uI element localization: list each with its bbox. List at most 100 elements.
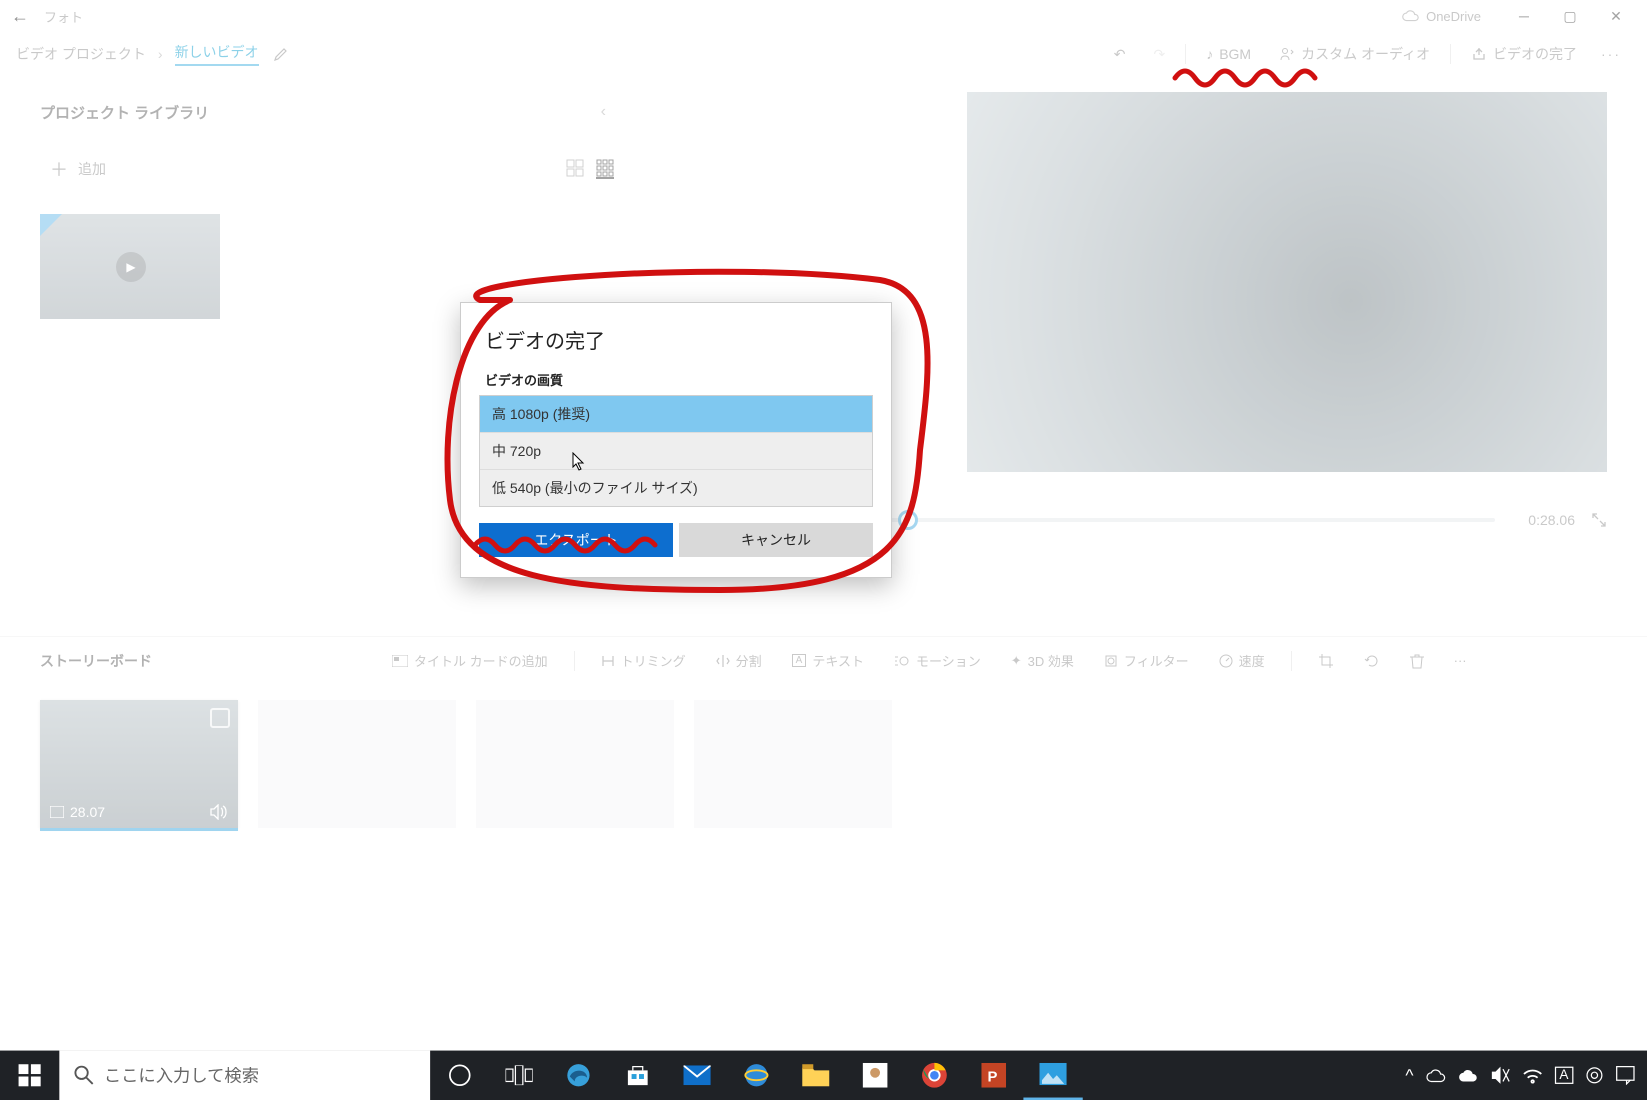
tray-cloud-icon[interactable]: [1426, 1068, 1446, 1082]
timeline-duration: 0:28.06: [1511, 512, 1575, 528]
dialog-title: ビデオの完了: [461, 303, 891, 370]
library-title: プロジェクト ライブラリ: [40, 102, 209, 123]
bgm-button[interactable]: ♪ BGM: [1192, 46, 1265, 62]
minimize-button[interactable]: ─: [1501, 0, 1547, 32]
title-card-button[interactable]: タイトル カードの追加: [382, 651, 558, 670]
maximize-button[interactable]: ▢: [1547, 0, 1593, 32]
crop-icon: [1318, 653, 1334, 669]
motion-button[interactable]: モーション: [884, 651, 991, 670]
rotate-button[interactable]: [1354, 653, 1390, 669]
storyboard-more-button[interactable]: ···: [1444, 653, 1477, 668]
chevron-right-icon: ›: [158, 46, 163, 62]
library-clip-thumb[interactable]: ▶: [40, 214, 220, 319]
custom-audio-button[interactable]: カスタム オーディオ: [1265, 44, 1444, 64]
speed-icon: [1219, 654, 1233, 668]
text-button[interactable]: A テキスト: [782, 651, 874, 670]
close-button[interactable]: ✕: [1593, 0, 1639, 32]
add-media-button[interactable]: ＋ 追加: [40, 148, 116, 190]
trim-icon: [601, 654, 615, 668]
volume-icon[interactable]: [1490, 1067, 1510, 1084]
title-bar: ← フォト OneDrive ─ ▢ ✕: [0, 0, 1647, 32]
plus-icon: ＋: [50, 156, 68, 182]
3d-effects-button[interactable]: ✦ 3D 効果: [1001, 651, 1084, 670]
edge-icon[interactable]: [549, 1051, 608, 1100]
finish-video-dialog: ビデオの完了 ビデオの画質 高 1080p (推奨) 中 720p 低 540p…: [460, 302, 892, 578]
finish-video-button[interactable]: ビデオの完了: [1457, 44, 1591, 64]
explorer-icon[interactable]: [786, 1051, 845, 1100]
grid-large-icon[interactable]: [566, 159, 584, 179]
text-icon: A: [792, 654, 807, 667]
tray-chevron-icon[interactable]: ^: [1405, 1065, 1413, 1085]
delete-button[interactable]: [1400, 653, 1434, 669]
mail-icon[interactable]: [667, 1051, 726, 1100]
trim-button[interactable]: トリミング: [591, 651, 696, 670]
storyboard-slot-empty[interactable]: [258, 700, 456, 828]
timeline-marker[interactable]: [898, 510, 918, 530]
search-icon: [74, 1065, 94, 1085]
card-icon: [392, 655, 408, 667]
photos-icon[interactable]: [1023, 1051, 1082, 1100]
search-placeholder: ここに入力して検索: [104, 1063, 259, 1088]
system-tray[interactable]: ^ A: [1393, 1065, 1647, 1085]
person-audio-icon: [1279, 46, 1295, 62]
storyboard-title: ストーリーボード: [40, 651, 152, 671]
storyboard-slot-empty[interactable]: [694, 700, 892, 828]
onedrive-button[interactable]: OneDrive: [1402, 9, 1481, 24]
export-icon: [1471, 46, 1487, 62]
notification-icon[interactable]: [1615, 1065, 1635, 1085]
video-preview[interactable]: [967, 92, 1607, 472]
store-icon[interactable]: [608, 1051, 667, 1100]
storyboard-toolbar: ストーリーボード タイトル カードの追加 トリミング 分割 A テキスト モーシ…: [0, 636, 1647, 684]
rotate-icon: [1364, 653, 1380, 669]
quality-option-720p[interactable]: 中 720p: [480, 433, 872, 470]
music-icon: ♪: [1206, 46, 1213, 62]
chrome-icon[interactable]: [905, 1051, 964, 1100]
undo-button[interactable]: ↶: [1100, 46, 1140, 63]
powerpoint-icon[interactable]: P: [964, 1051, 1023, 1100]
crop-button[interactable]: [1308, 653, 1344, 669]
app-name: フォト: [44, 7, 83, 26]
grid-small-icon[interactable]: [596, 159, 614, 179]
clip-sound-icon[interactable]: [210, 804, 228, 820]
back-button[interactable]: ←: [8, 4, 32, 28]
quality-option-540p[interactable]: 低 540p (最小のファイル サイズ): [480, 470, 872, 506]
export-button[interactable]: エクスポート: [479, 523, 673, 557]
cloud-icon: [1402, 10, 1420, 22]
input-icon[interactable]: [1586, 1067, 1603, 1084]
breadcrumb-current[interactable]: 新しいビデオ: [175, 42, 259, 66]
play-icon: ▶: [116, 252, 146, 282]
split-icon: [716, 654, 730, 668]
start-button[interactable]: [0, 1051, 59, 1100]
storyboard-slot-empty[interactable]: [476, 700, 674, 828]
quality-option-1080p[interactable]: 高 1080p (推奨): [480, 396, 872, 433]
collapse-library-button[interactable]: ‹: [593, 103, 614, 121]
speed-button[interactable]: 速度: [1209, 651, 1275, 670]
sparkle-icon: ✦: [1011, 653, 1022, 669]
breadcrumb-root[interactable]: ビデオ プロジェクト: [16, 44, 146, 64]
redo-icon: ↷: [1153, 46, 1165, 63]
app-icon[interactable]: [845, 1051, 904, 1100]
storyboard-clips: 28.07: [0, 684, 1647, 844]
split-button[interactable]: 分割: [706, 651, 772, 670]
ie-icon[interactable]: [727, 1051, 786, 1100]
taskbar: ここに入力して検索 P ^ A: [0, 1051, 1647, 1100]
network-icon[interactable]: [1522, 1067, 1542, 1084]
dialog-quality-label: ビデオの画質: [461, 370, 891, 395]
clip-checkbox[interactable]: [210, 708, 230, 728]
undo-icon: ↶: [1114, 46, 1126, 63]
toolbar: ビデオ プロジェクト › 新しいビデオ ↶ ↷ ♪ BGM カスタム オーディオ…: [0, 32, 1647, 76]
tray-onedrive-icon[interactable]: [1458, 1068, 1478, 1082]
storyboard-clip[interactable]: 28.07: [40, 700, 238, 828]
fullscreen-icon[interactable]: [1591, 512, 1607, 528]
taskview-icon[interactable]: [489, 1051, 548, 1100]
cortana-icon[interactable]: [430, 1051, 489, 1100]
cancel-button[interactable]: キャンセル: [679, 523, 873, 557]
duration-icon: [50, 806, 64, 818]
filter-icon: [1104, 654, 1118, 668]
more-button[interactable]: ···: [1591, 46, 1631, 62]
taskbar-search[interactable]: ここに入力して検索: [59, 1051, 430, 1100]
filter-button[interactable]: フィルター: [1094, 651, 1199, 670]
redo-button[interactable]: ↷: [1139, 46, 1179, 63]
ime-icon[interactable]: A: [1554, 1067, 1573, 1084]
edit-name-icon[interactable]: [273, 46, 289, 62]
